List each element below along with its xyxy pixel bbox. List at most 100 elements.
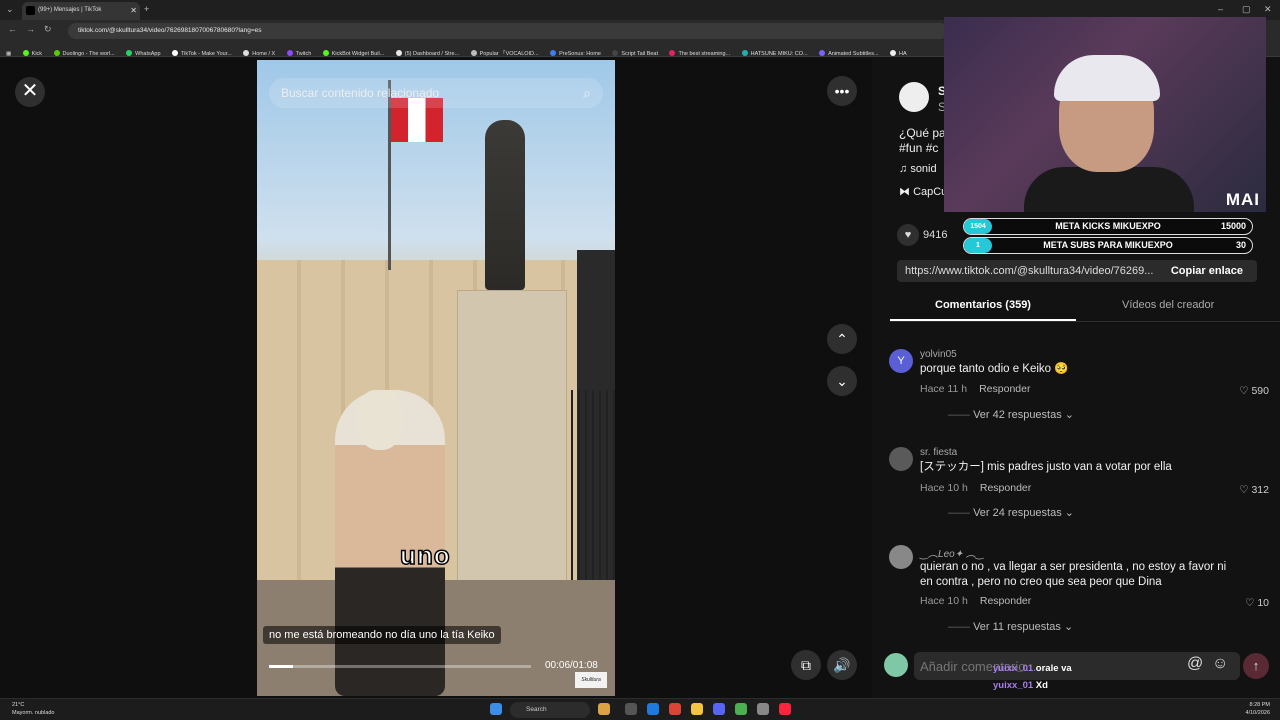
weather-desc: Mayorm. nublado xyxy=(12,710,55,716)
search-icon[interactable]: ⌕ xyxy=(583,78,591,108)
reply-button[interactable]: Responder xyxy=(979,383,1030,395)
file-explorer-icon[interactable] xyxy=(691,703,703,715)
commenter-name[interactable]: sr. fiesta xyxy=(920,447,957,458)
heart-outline-icon[interactable]: ♡ xyxy=(1239,385,1251,397)
forward-icon[interactable]: → xyxy=(26,24,35,34)
video-progress-bar[interactable] xyxy=(269,665,531,668)
emoji-icon[interactable]: ☺ xyxy=(1212,655,1228,673)
view-replies-button[interactable]: —— Ver 42 respuestas ⌄ xyxy=(948,408,1074,421)
commenter-avatar[interactable] xyxy=(889,545,913,569)
comment-time: Hace 11 h xyxy=(920,383,968,395)
comment-like[interactable]: ♡ 10 xyxy=(1245,597,1269,609)
comment-input-box: @ ☺ xyxy=(914,652,1240,680)
chrome-icon[interactable] xyxy=(669,703,681,715)
comment-like[interactable]: ♡ 590 xyxy=(1239,385,1269,397)
bookmark-item[interactable]: Home / X xyxy=(243,47,275,56)
sound-link[interactable]: ♫ sonid xyxy=(899,163,937,175)
volume-icon[interactable]: 🔊 xyxy=(827,650,857,680)
chat-message: yuixx_01 orale va xyxy=(993,663,1072,674)
reply-button[interactable]: Responder xyxy=(980,482,1031,494)
start-icon[interactable] xyxy=(490,703,502,715)
heart-outline-icon[interactable]: ♡ xyxy=(1239,484,1251,496)
heart-outline-icon[interactable]: ♡ xyxy=(1245,597,1257,609)
bookmark-item[interactable]: Popular 「VOCALOID... xyxy=(470,47,539,56)
previous-video-icon[interactable]: ⌃ xyxy=(827,324,857,354)
back-icon[interactable]: ← xyxy=(8,24,17,34)
post-hashtags[interactable]: #fun #c xyxy=(899,141,938,155)
video-caption-word: uno xyxy=(399,539,451,571)
view-replies-button[interactable]: —— Ver 11 respuestas ⌄ xyxy=(948,620,1073,633)
music-app-icon[interactable] xyxy=(779,703,791,715)
commenter-name[interactable]: yolvin05 xyxy=(920,349,957,360)
reply-button[interactable]: Responder xyxy=(980,595,1031,607)
capcut-link[interactable]: ⧓ CapCu xyxy=(899,185,947,198)
chat-username: yuixx_01 xyxy=(993,663,1034,674)
tab-list-icon[interactable]: ⌄ xyxy=(6,3,14,15)
current-user-avatar xyxy=(884,653,908,677)
bookmark-item[interactable]: HA xyxy=(890,47,907,56)
bookmark-item[interactable]: PreSonus: Home xyxy=(550,47,601,56)
maximize-icon[interactable]: ▢ xyxy=(1242,3,1251,15)
reload-icon[interactable]: ↻ xyxy=(44,24,52,35)
comment-like[interactable]: ♡ 312 xyxy=(1239,484,1269,496)
bookmark-item[interactable]: Script Tail Beat xyxy=(612,47,658,56)
bookmark-item[interactable]: Kick xyxy=(22,47,42,56)
minimize-icon[interactable]: – xyxy=(1218,3,1223,15)
bookmark-item[interactable]: HATSUNE MIKU: CO... xyxy=(741,47,808,56)
bookmark-item[interactable]: (5) Dashboard / Stre... xyxy=(395,47,459,56)
comment-item: ‿︵Leo✦ ︵‿ quieran o no , va llegar a ser… xyxy=(889,545,1269,637)
bookmarks-apps-icon[interactable]: ▦ xyxy=(6,47,11,56)
tab-comments[interactable]: Comentarios (359) xyxy=(935,299,1031,311)
bookmark-item[interactable]: TikTok - Make Your... xyxy=(171,47,232,56)
comment-text: quieran o no , va llegar a ser president… xyxy=(920,561,1227,588)
send-comment-button[interactable]: ↑ xyxy=(1243,653,1269,679)
chrome-active-icon[interactable] xyxy=(735,703,747,715)
author-avatar[interactable] xyxy=(899,82,929,112)
statue xyxy=(485,120,525,290)
edge-icon[interactable] xyxy=(647,703,659,715)
related-search-input[interactable]: Buscar contenido relacionado ⌕ xyxy=(269,78,603,108)
close-video-button[interactable]: ✕ xyxy=(15,77,45,107)
browser-tab[interactable]: (99+) Mensajes | TikTok ✕ xyxy=(22,2,140,20)
new-tab-icon[interactable]: + xyxy=(144,3,149,15)
subs-goal-current: 1 xyxy=(964,238,992,253)
watermark-logo: Skulltura xyxy=(575,672,607,688)
bookmark-item[interactable]: Animated Subtitles... xyxy=(819,47,879,56)
next-video-icon[interactable]: ⌄ xyxy=(827,366,857,396)
share-link-url[interactable]: https://www.tiktok.com/@skulltura34/vide… xyxy=(905,260,1160,282)
bookmark-item[interactable]: Duolingo - The worl... xyxy=(53,47,115,56)
task-view-icon[interactable] xyxy=(625,703,637,715)
video-player[interactable]: Buscar contenido relacionado ⌕ uno no me… xyxy=(257,60,615,696)
commenter-name[interactable]: ‿︵Leo✦ ︵‿ xyxy=(920,545,984,560)
more-options-icon[interactable]: ••• xyxy=(827,76,857,106)
bookmark-item[interactable]: KickBot Widget Buil... xyxy=(322,47,384,56)
commenter-avatar[interactable]: Y xyxy=(889,349,913,373)
chevron-down-icon: ⌄ xyxy=(1061,409,1075,421)
window-close-icon[interactable]: ✕ xyxy=(1264,3,1272,15)
windows-taskbar: 21°C Mayorm. nublado Search 8:28 PM 4/10/2… xyxy=(0,698,1280,720)
heart-icon[interactable]: ♥ xyxy=(897,224,919,246)
commenter-avatar[interactable] xyxy=(889,447,913,471)
bookmark-item[interactable]: The best streaming... xyxy=(669,47,730,56)
comment-meta: Hace 10 h Responder xyxy=(920,482,1031,494)
streamer-tag: MAI xyxy=(1225,190,1260,209)
taskbar-clock[interactable]: 8:28 PM 4/10/2026 xyxy=(1246,701,1270,717)
like-count[interactable]: ♥ 9416 xyxy=(897,224,947,246)
active-tab-indicator xyxy=(890,319,1076,321)
comment-meta: Hace 10 h Responder xyxy=(920,595,1031,607)
tab-close-icon[interactable]: ✕ xyxy=(130,2,137,19)
bookmark-item[interactable]: WhatsApp xyxy=(126,47,161,56)
taskbar-app-icon[interactable] xyxy=(598,703,610,715)
mention-icon[interactable]: @ xyxy=(1187,655,1203,673)
discord-icon[interactable] xyxy=(713,703,725,715)
url-field[interactable]: tiktok.com/@skulltura34/video/7626981807… xyxy=(68,23,948,39)
copy-link-button[interactable]: Copiar enlace xyxy=(1171,260,1243,282)
subs-goal-label: META SUBS PARA MIKUEXPO xyxy=(1043,240,1173,250)
taskbar-search[interactable]: Search xyxy=(510,702,590,718)
bookmark-item[interactable]: Twitch xyxy=(286,47,311,56)
pip-icon[interactable]: ⧉ xyxy=(791,650,821,680)
view-replies-button[interactable]: —— Ver 24 respuestas ⌄ xyxy=(948,506,1074,519)
tab-creator-videos[interactable]: Vídeos del creador xyxy=(1122,299,1214,311)
weather-widget[interactable]: 21°C Mayorm. nublado xyxy=(12,701,55,717)
settings-icon[interactable] xyxy=(757,703,769,715)
